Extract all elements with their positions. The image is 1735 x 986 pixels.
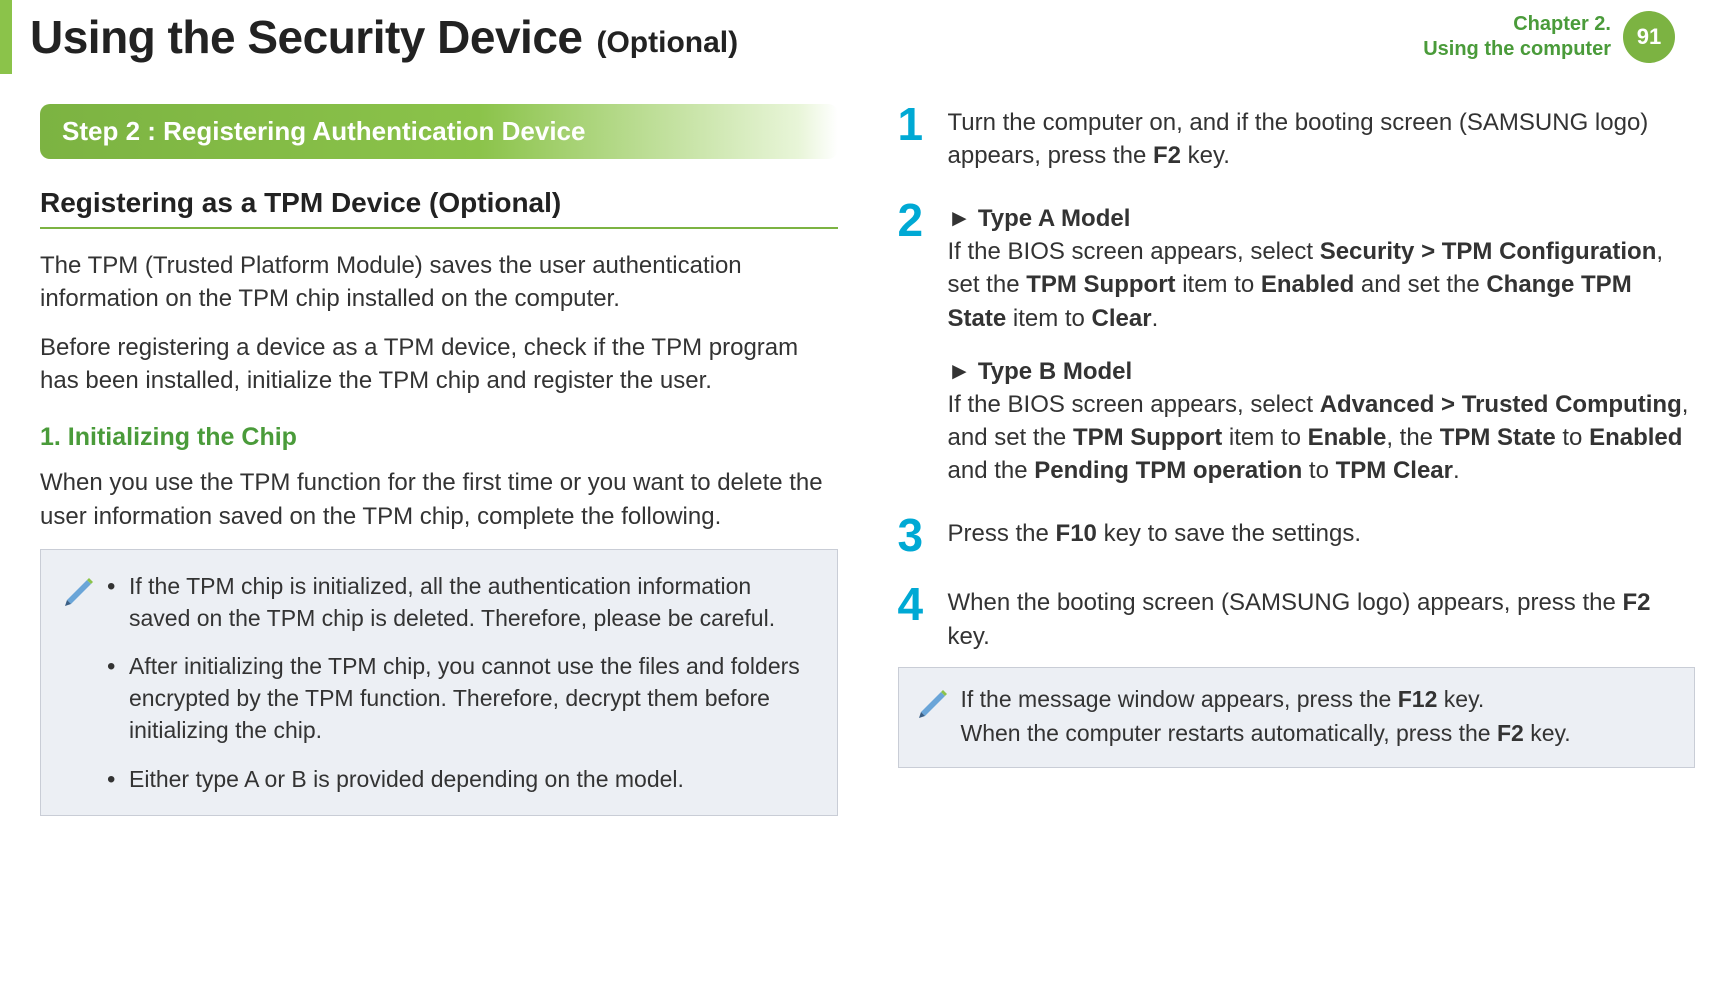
subsection-heading: 1. Initializing the Chip <box>40 423 838 452</box>
step-body: Turn the computer on, and if the booting… <box>948 104 1696 172</box>
step-4: 4 When the booting screen (SAMSUNG logo)… <box>898 584 1696 652</box>
step-text: Turn the computer on, and if the booting… <box>948 109 1649 169</box>
step-text: When the booting screen (SAMSUNG logo) a… <box>948 589 1623 616</box>
key-label: F2 <box>1623 589 1651 616</box>
section-heading: Registering as a TPM Device (Optional) <box>40 187 838 229</box>
type-a-block: ► Type A Model If the BIOS screen appear… <box>948 202 1696 334</box>
step-body: ► Type A Model If the BIOS screen appear… <box>948 200 1696 487</box>
page-header: Using the Security Device (Optional) Cha… <box>0 0 1735 74</box>
note-icon <box>63 574 99 795</box>
note-box: If the TPM chip is initialized, all the … <box>40 549 838 816</box>
bold-term: Security > TPM Configuration <box>1320 238 1657 265</box>
bold-term: Pending TPM operation <box>1034 457 1302 484</box>
paragraph: When you use the TPM function for the fi… <box>40 466 838 532</box>
step-text: If the BIOS screen appears, select <box>948 391 1320 418</box>
bold-term: Clear <box>1092 305 1152 332</box>
chapter-line-1: Chapter 2. <box>1423 12 1611 37</box>
chapter-label: Chapter 2. Using the computer <box>1423 12 1611 62</box>
info-text: If the message window appears, press the <box>961 686 1398 712</box>
page-title-optional: (Optional) <box>596 26 738 64</box>
note-item: After initializing the TPM chip, you can… <box>107 650 811 747</box>
step-body: Press the F10 key to save the settings. <box>948 515 1696 556</box>
note-item: Either type A or B is provided depending… <box>107 763 811 795</box>
step-1: 1 Turn the computer on, and if the booti… <box>898 104 1696 172</box>
step-number: 2 <box>898 200 948 487</box>
key-label: F2 <box>1497 720 1524 746</box>
step-number: 1 <box>898 104 948 172</box>
header-right: Chapter 2. Using the computer 91 <box>1423 11 1675 63</box>
step-text: key to save the settings. <box>1097 520 1361 547</box>
bold-term: TPM State <box>1440 424 1556 451</box>
step-number: 4 <box>898 584 948 652</box>
step-text: key. <box>1181 142 1230 169</box>
step-text: Press the <box>948 520 1056 547</box>
right-column: 1 Turn the computer on, and if the booti… <box>898 104 1696 816</box>
note-icon <box>917 686 953 751</box>
step-text: item to <box>1176 271 1261 298</box>
page-number: 91 <box>1637 24 1661 50</box>
content-columns: Step 2 : Registering Authentication Devi… <box>0 104 1735 816</box>
page-title: Using the Security Device <box>30 10 582 64</box>
left-column: Step 2 : Registering Authentication Devi… <box>40 104 838 816</box>
info-line: When the computer restarts automatically… <box>961 716 1571 751</box>
bold-term: TPM Clear <box>1336 457 1453 484</box>
step-2: 2 ► Type A Model If the BIOS screen appe… <box>898 200 1696 487</box>
key-label: F12 <box>1398 686 1438 712</box>
info-body: If the message window appears, press the… <box>961 682 1571 751</box>
bold-term: TPM Support <box>1073 424 1222 451</box>
key-label: F10 <box>1056 520 1097 547</box>
info-text: When the computer restarts automatically… <box>961 720 1497 746</box>
step-text: , the <box>1386 424 1439 451</box>
step-3: 3 Press the F10 key to save the settings… <box>898 515 1696 556</box>
model-label: ► Type B Model <box>948 355 1696 388</box>
chapter-line-2: Using the computer <box>1423 37 1611 62</box>
page-number-badge: 91 <box>1623 11 1675 63</box>
info-box: If the message window appears, press the… <box>898 667 1696 768</box>
paragraph: Before registering a device as a TPM dev… <box>40 331 838 397</box>
step-text: and the <box>948 457 1035 484</box>
step-text: item to <box>1006 305 1091 332</box>
bold-term: Enable <box>1308 424 1387 451</box>
note-item: If the TPM chip is initialized, all the … <box>107 570 811 634</box>
bold-term: Advanced > Trusted Computing <box>1320 391 1682 418</box>
step-text: . <box>1453 457 1460 484</box>
info-line: If the message window appears, press the… <box>961 682 1571 717</box>
note-list: If the TPM chip is initialized, all the … <box>107 570 811 795</box>
type-b-block: ► Type B Model If the BIOS screen appear… <box>948 355 1696 487</box>
bold-term: Enabled <box>1261 271 1354 298</box>
step-text: and set the <box>1354 271 1486 298</box>
step-text: to <box>1556 424 1589 451</box>
step-number: 3 <box>898 515 948 556</box>
step-text: . <box>1152 305 1159 332</box>
info-text: key. <box>1437 686 1484 712</box>
step-text: key. <box>948 623 990 650</box>
step-text: If the BIOS screen appears, select <box>948 238 1320 265</box>
bold-term: TPM Support <box>1026 271 1175 298</box>
step-text: item to <box>1222 424 1307 451</box>
bold-term: Enabled <box>1589 424 1682 451</box>
key-label: F2 <box>1153 142 1181 169</box>
info-text: key. <box>1524 720 1571 746</box>
paragraph: The TPM (Trusted Platform Module) saves … <box>40 249 838 315</box>
step-text: to <box>1302 457 1335 484</box>
step-banner: Step 2 : Registering Authentication Devi… <box>40 104 838 159</box>
model-label: ► Type A Model <box>948 202 1696 235</box>
step-body: When the booting screen (SAMSUNG logo) a… <box>948 584 1696 652</box>
